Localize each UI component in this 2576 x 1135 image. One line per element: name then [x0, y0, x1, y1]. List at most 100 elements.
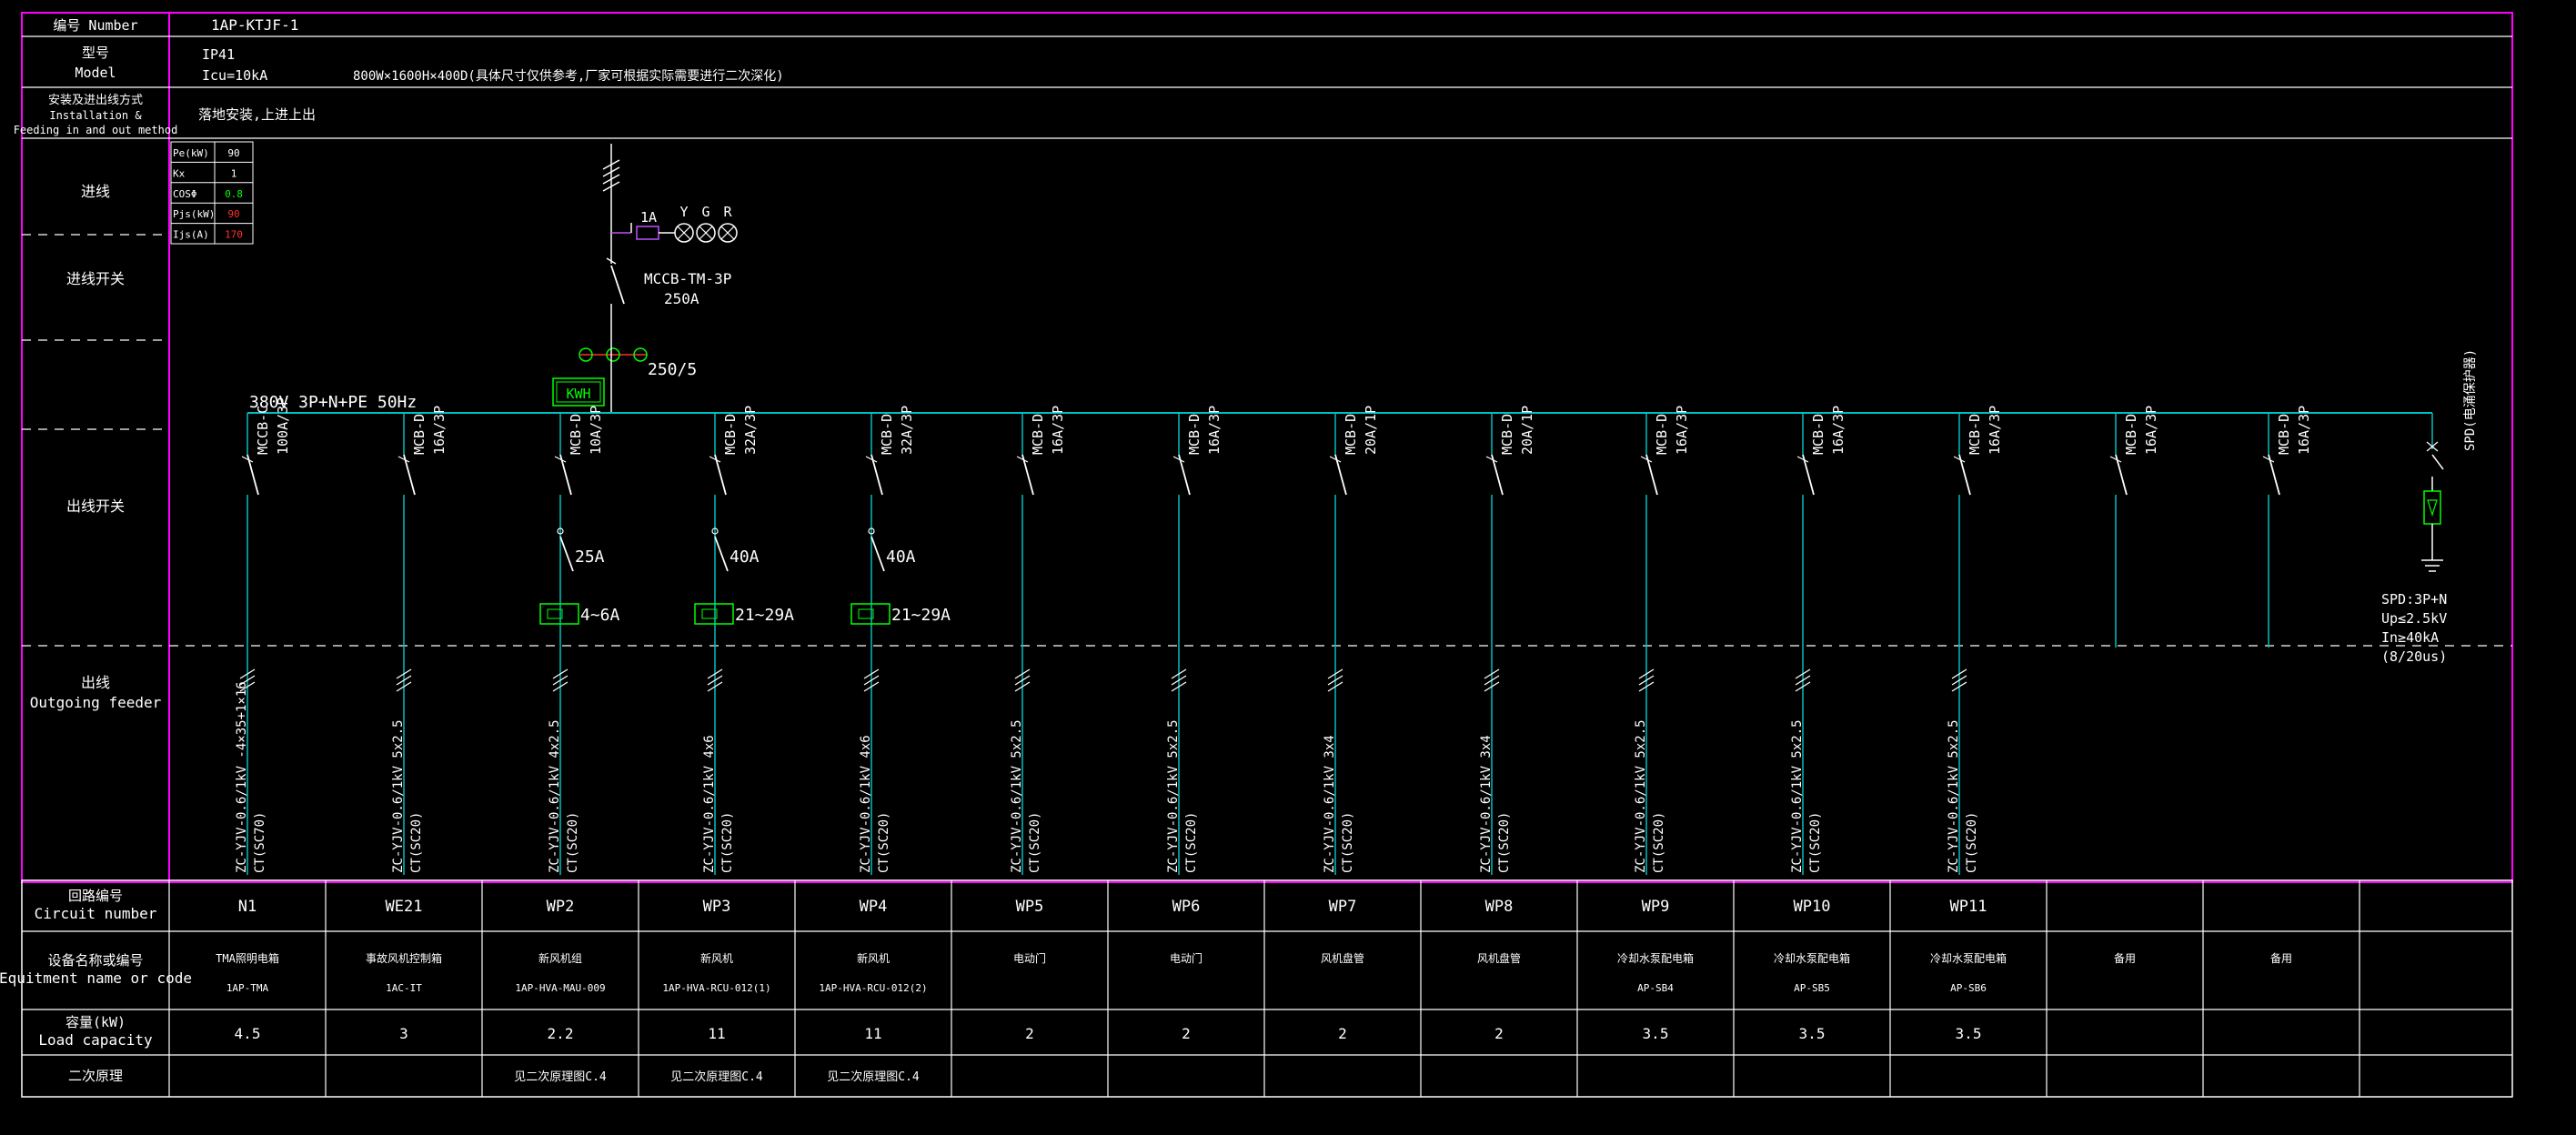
equipment-name: 冷却水泵配电箱	[1774, 951, 1850, 965]
indicator-fuse	[636, 226, 659, 240]
row-label-feeder-en: Outgoing feeder	[30, 694, 162, 711]
table-row-label-en: Load capacity	[38, 1031, 153, 1049]
circuit-number: WP2	[547, 898, 575, 916]
contactor-blade	[559, 536, 574, 572]
table-row-label-cn: 容量(kW)	[65, 1014, 126, 1030]
contactor-rating: 25A	[575, 547, 605, 567]
branch-breaker-blade	[1645, 454, 1658, 496]
branch-breaker-rating: 16A/3P	[1206, 406, 1223, 455]
circuit-number: WP3	[703, 898, 731, 916]
cable-spec: ZC-YJV-0.6/1kV 5x2.5	[1947, 719, 1961, 873]
secondary-schematic: 见二次原理图C.4	[514, 1070, 607, 1084]
circuit-number: WP4	[860, 898, 888, 916]
number-label: 编号 Number	[53, 17, 137, 34]
branch-breaker-type: MCB-D	[1499, 414, 1515, 455]
model-size: 800W×1600H×400D(具体尺寸仅供参考,厂家可根据实际需要进行二次深化…	[353, 68, 784, 84]
conduit-spec: CT(SC20)	[877, 812, 891, 873]
branch-breaker-blade	[1802, 454, 1815, 496]
row-label-incoming: 进线	[81, 183, 110, 200]
row-label-incoming-switch: 进线开关	[66, 270, 125, 287]
circuit-number: WE21	[386, 898, 423, 916]
conduit-spec: CT(SC20)	[409, 812, 424, 873]
equipment-name: 事故风机控制箱	[366, 951, 442, 965]
load-value: 1	[231, 167, 237, 179]
load-value: 90	[227, 208, 239, 220]
branch-breaker-rating: 20A/1P	[1363, 406, 1379, 455]
load-key: COSΦ	[173, 188, 197, 200]
branch-breaker-blade	[1491, 454, 1504, 496]
branch-breaker-rating: 16A/3P	[2143, 406, 2159, 455]
branch-breaker-blade	[559, 454, 572, 496]
branch-breaker-rating: 16A/3P	[1674, 406, 1690, 455]
kwh-label: KWH	[566, 386, 590, 402]
branch-breaker-type: MCB-D	[411, 414, 428, 455]
equipment-name: 备用	[2114, 952, 2136, 965]
contactor-rating: 40A	[886, 547, 916, 567]
conduit-spec: CT(SC20)	[720, 812, 735, 873]
branch-breaker-type: MCCB-C	[255, 406, 271, 455]
branch-breaker-type: MCB-D	[722, 414, 739, 455]
cable-spec: ZC-YJV-0.6/1kV 5x2.5	[391, 719, 406, 873]
branch-breaker-blade	[1958, 454, 1971, 496]
equipment-name: 新风机	[700, 951, 733, 965]
circuit-number: WP8	[1485, 898, 1514, 916]
equipment-code: 1AC-IT	[386, 982, 422, 994]
model-label-en: Model	[75, 65, 116, 81]
branch-breaker-type: MCB-D	[568, 414, 584, 455]
load-capacity: 2	[1338, 1025, 1347, 1042]
load-key: Ijs(A)	[173, 229, 209, 241]
load-value: 90	[227, 147, 239, 159]
load-capacity: 3.5	[1956, 1025, 1982, 1042]
load-value: 0.8	[225, 188, 243, 200]
cable-spec: ZC-YJV-0.6/1kV 4x6	[702, 735, 717, 873]
branch-breaker-rating: 10A/3P	[588, 406, 604, 455]
table-row-label-cn: 回路编号	[68, 888, 123, 904]
equipment-code: AP-SB4	[1637, 982, 1674, 994]
branch-breaker-blade	[2268, 454, 2280, 496]
spd-spec: (8/20us)	[2381, 648, 2447, 665]
contactor-blade	[714, 536, 729, 572]
circuit-number: WP6	[1172, 898, 1201, 916]
cable-spec: ZC-YJV-0.6/1kV 3x4	[1479, 735, 1494, 873]
overload-rating: 21~29A	[891, 606, 951, 625]
main-breaker-blade	[610, 265, 625, 305]
cable-spec: ZC-YJV-0.6/1kV 4x2.5	[548, 719, 562, 873]
load-capacity: 3.5	[1643, 1025, 1669, 1042]
conduit-spec: CT(SC70)	[253, 812, 267, 873]
branch-breaker-type: MCB-D	[1186, 414, 1202, 455]
equipment-name: 新风机	[857, 951, 890, 965]
lamp-label: G	[701, 204, 709, 220]
cable-spec: ZC-YJV-0.6/1kV -4×35+1×16	[235, 681, 249, 873]
spd-arrow	[2427, 499, 2438, 517]
model-icu: Icu=10kA	[202, 67, 267, 84]
table-row-label-cn: 二次原理	[68, 1068, 123, 1084]
model-label-cn: 型号	[82, 45, 109, 61]
branch-breaker-type: MCB-D	[1343, 414, 1359, 455]
equipment-code: 1AP-HVA-RCU-012(2)	[819, 982, 927, 994]
secondary-schematic: 见二次原理图C.4	[670, 1070, 763, 1084]
spd-blade	[2431, 454, 2444, 470]
conduit-spec: CT(SC20)	[1965, 812, 1979, 873]
install-value: 落地安装,上进上出	[198, 106, 316, 123]
equipment-name: 电动门	[1013, 951, 1046, 965]
overload-relay	[539, 603, 579, 625]
conduit-spec: CT(SC20)	[1184, 812, 1199, 873]
row-label-feeder-cn: 出线	[81, 674, 110, 691]
branch-breaker-type: MCB-D	[1810, 414, 1826, 455]
branch-breaker-rating: 16A/3P	[1050, 406, 1066, 455]
load-capacity: 3.5	[1799, 1025, 1826, 1042]
branch-breaker-blade	[870, 454, 883, 496]
load-key: Kx	[173, 167, 186, 179]
branch-breaker-blade	[1334, 454, 1347, 496]
overload-relay	[694, 603, 734, 625]
equipment-name: 新风机组	[538, 951, 582, 965]
branch-breaker-blade	[403, 454, 416, 496]
equipment-code: 1AP-HVA-RCU-012(1)	[662, 982, 770, 994]
table-row-label-en: Circuit number	[35, 905, 157, 922]
equipment-name: 风机盘管	[1321, 951, 1364, 965]
overload-rating: 4~6A	[580, 606, 620, 625]
branch-breaker-type: MCB-D	[879, 414, 895, 455]
circuit-number: WP11	[1950, 898, 1987, 916]
equipment-name: 风机盘管	[1477, 951, 1521, 965]
equipment-name: TMA照明电箱	[216, 951, 279, 965]
